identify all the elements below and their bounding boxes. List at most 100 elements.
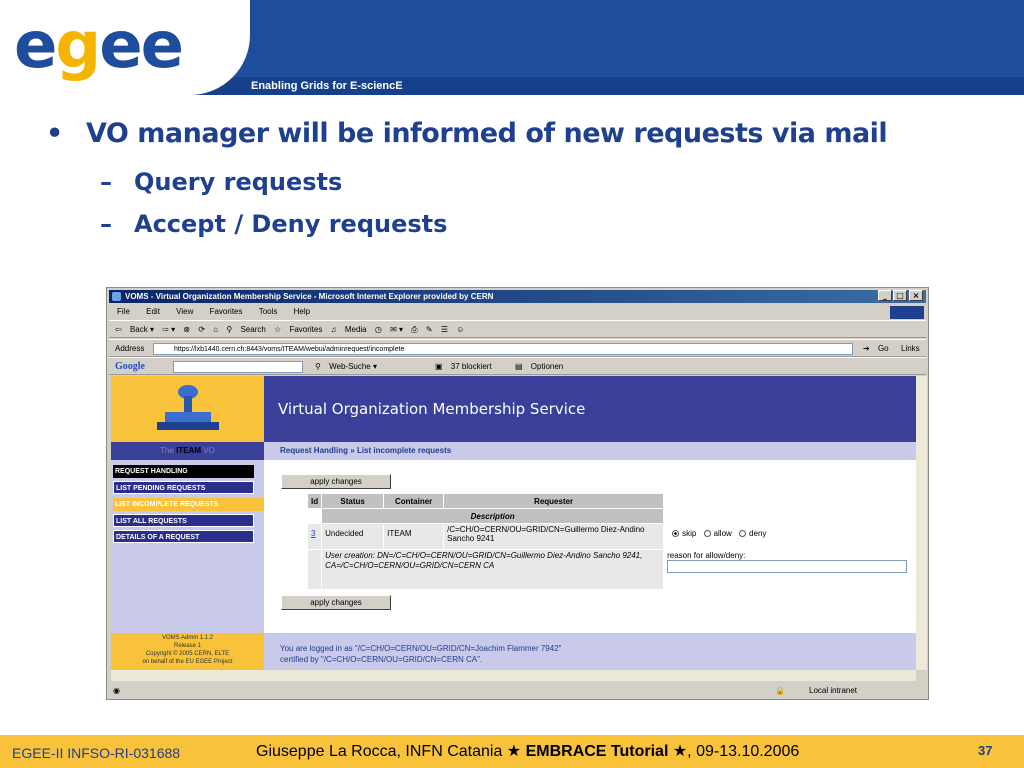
main-bullet-text: VO manager will be informed of new reque… [86,118,888,149]
apply-changes-button-top[interactable]: apply changes [281,474,391,489]
main-bullet: • VO manager will be informed of new requ… [46,118,888,149]
breadcrumb-request-handling[interactable]: Request Handling [280,446,348,455]
reason-input[interactable] [667,560,908,573]
address-label: Address [115,344,145,353]
window-title: VOMS - Virtual Organization Membership S… [125,292,494,301]
menu-edit[interactable]: Edit [146,307,160,316]
logged-in-text: You are logged in as "/C=CH/O=CERN/OU=GR… [280,644,562,653]
maximize-button[interactable]: □ [893,290,907,301]
discuss-icon[interactable]: ☰ [441,325,448,334]
menu-tools[interactable]: Tools [259,307,278,316]
col-requester: Requester [443,493,665,509]
search-label: Search [240,325,266,334]
sub-bullet-1: – Query requests [100,168,342,196]
vertical-scrollbar[interactable] [916,376,927,670]
nav-list-incomplete[interactable]: LIST INCOMPLETE REQUESTS [113,498,264,511]
menu-file[interactable]: File [117,307,130,316]
media-label: Media [344,325,367,334]
minimize-button[interactable]: _ [878,290,892,301]
vo-prefix: The [160,446,174,455]
bullet-dash: – [100,210,112,238]
window-title-bar: VOMS - Virtual Organization Membership S… [109,290,926,303]
bullet-dot: • [46,118,63,149]
messenger-icon[interactable]: ☺ [456,325,464,334]
forward-button[interactable]: ⇨ ▾ [162,325,175,334]
web-search-label: Web-Suche [329,362,371,371]
links-label[interactable]: Links [901,340,920,357]
table-row: 3 Undecided ITEAM /C=CH/O=CERN/OU=GRID/C… [306,523,912,550]
breadcrumb: Request Handling » List incomplete reque… [264,442,916,460]
vo-name-value: ITEAM [176,446,202,455]
request-requester: /C=CH/O=CERN/OU=GRID/CN=Guillermo Diez-A… [443,523,665,550]
reason-label: reason for allow/deny: [667,551,746,560]
popup-blocked-button[interactable]: ▣ 37 blockiert [435,358,492,375]
page-number: 37 [978,743,993,758]
voms-page: Virtual Organization Membership Service … [111,376,916,670]
favorites-button[interactable]: ☆ Favorites [274,325,322,334]
google-toolbar: Google ⚲ Web-Suche ▾ ▣ 37 blockiert ▤ Op… [109,357,926,375]
radio-deny[interactable] [739,530,747,538]
nav-list-pending[interactable]: LIST PENDING REQUESTS [113,481,254,494]
col-description: Description [321,508,665,524]
options-button[interactable]: ▤ Optionen [515,358,563,375]
ie-icon [112,292,121,301]
mail-icon[interactable]: ✉ ▾ [390,325,403,334]
horizontal-scrollbar[interactable] [111,670,916,681]
address-input[interactable]: https://lxb1440.cern.ch:8443/voms/ITEAM/… [153,343,853,355]
egee-logo: egee [14,9,184,83]
stamp-icon [157,385,219,430]
sub-bullet-1-text: Query requests [134,168,343,196]
sub-bullet-2-text: Accept / Deny requests [134,210,448,238]
project-text: on behalf of the EU EGEE Project [142,659,233,665]
radio-allow[interactable] [703,530,711,538]
nav-list-all[interactable]: LIST ALL REQUESTS [113,514,254,527]
sub-bullet-2: – Accept / Deny requests [100,210,447,238]
home-icon[interactable]: ⌂ [213,325,218,334]
menu-view[interactable]: View [176,307,193,316]
lock-icon: 🔒 [775,686,785,695]
back-button[interactable]: ⇦ Back ▾ [115,325,154,334]
back-label: Back [129,325,148,334]
col-container: Container [383,493,445,509]
empty-cell [663,493,912,509]
menu-bar: File Edit View Favorites Tools Help [109,305,926,319]
presenter-info: Giuseppe La Rocca, INFN Catania ★ EMBRAC… [256,741,799,761]
request-container: ITEAM [383,523,445,550]
slide-footer: EGEE-II INFSO-RI-031688 Giuseppe La Rocc… [0,735,1024,768]
nav-request-handling[interactable]: REQUEST HANDLING [113,465,254,478]
voms-logo-area [111,376,264,442]
request-status: Undecided [321,523,385,550]
url-text: https://lxb1440.cern.ch:8443/voms/ITEAM/… [174,346,405,353]
web-search-button[interactable]: ⚲ Web-Suche ▾ [315,358,377,375]
close-button[interactable]: × [909,290,923,301]
stop-icon[interactable]: ⊗ [183,325,190,334]
empty-cell [663,508,912,524]
windows-flag-icon [890,306,924,319]
google-logo[interactable]: Google [115,361,145,372]
event-date: ★, 09-13.10.2006 [668,743,800,760]
slide-header: egee Enabling Grids for E-sciencE [0,0,1024,95]
browser-window: VOMS - Virtual Organization Membership S… [106,287,929,700]
refresh-icon[interactable]: ⟳ [198,325,205,334]
print-icon[interactable]: ⎙ [411,325,417,334]
search-button[interactable]: ⚲ Search [226,325,265,334]
skip-label: skip [682,529,697,538]
status-bar: ◉ 🔒 Local intranet [109,684,926,698]
media-button[interactable]: ♫ Media [331,325,367,334]
request-id-link[interactable]: 3 [306,523,323,550]
voms-heading: Virtual Organization Membership Service [264,376,916,442]
edit-icon[interactable]: ✎ [426,325,433,334]
nav-details[interactable]: DETAILS OF A REQUEST [113,530,254,543]
apply-changes-button-bottom[interactable]: apply changes [281,595,391,610]
bullet-dash: – [100,168,112,196]
table-row: User creation: DN=/C=CH/O=CERN/OU=GRID/C… [306,549,912,590]
menu-favorites[interactable]: Favorites [210,307,243,316]
col-id: Id [306,493,323,509]
deny-label: deny [749,529,767,538]
go-button[interactable]: ➔ Go [863,340,889,357]
menu-help[interactable]: Help [294,307,310,316]
presenter-text: Giuseppe La Rocca, INFN Catania ★ [256,743,526,760]
radio-skip[interactable] [672,530,680,538]
history-icon[interactable]: ◷ [375,325,382,334]
google-search-input[interactable] [173,361,303,373]
